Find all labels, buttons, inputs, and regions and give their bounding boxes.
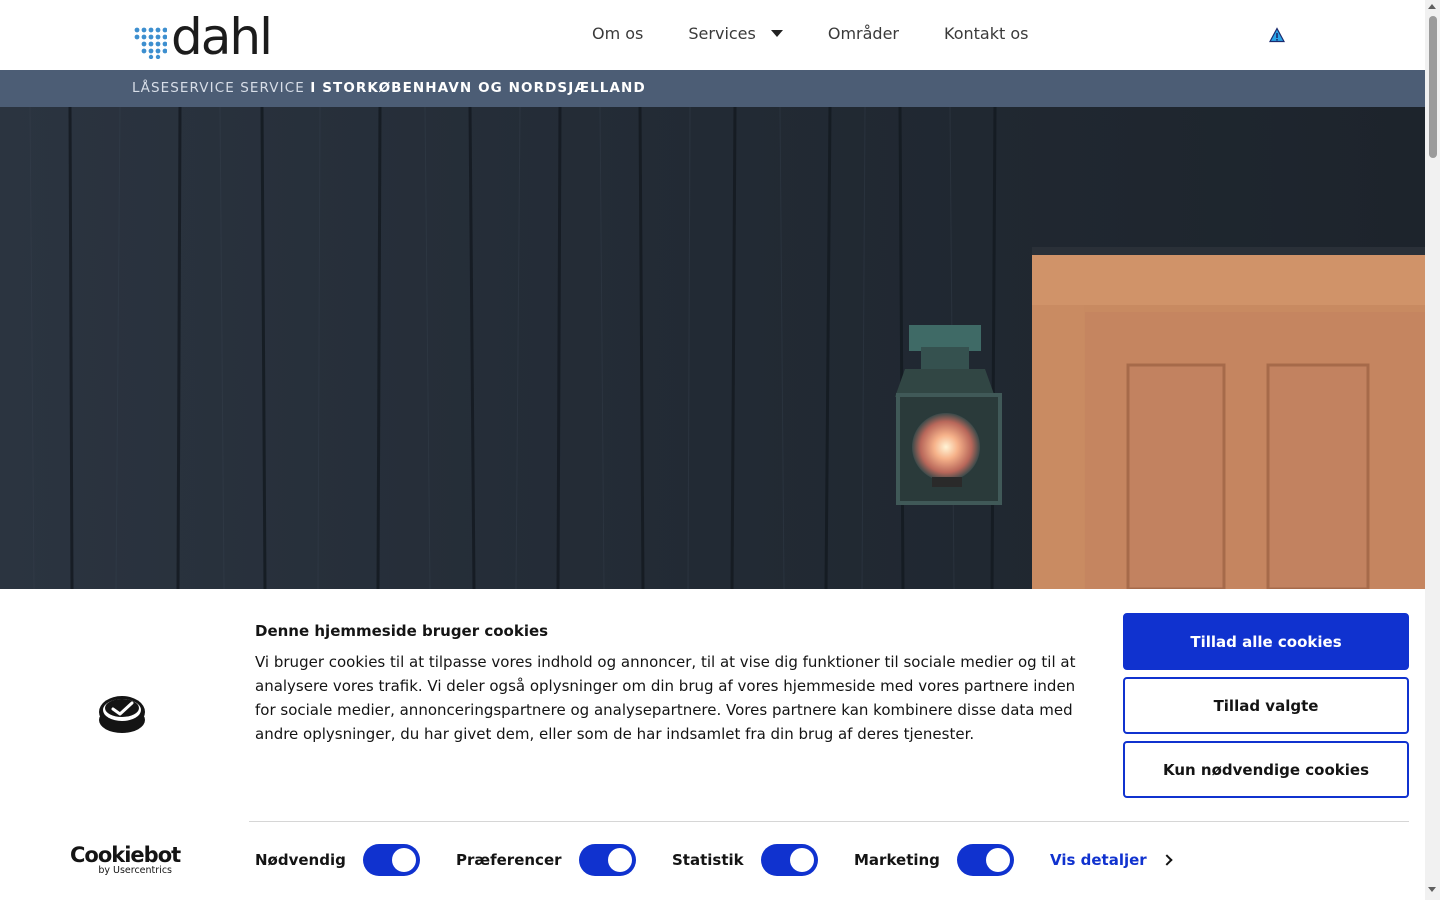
scroll-down-arrow-icon[interactable]	[1428, 887, 1436, 892]
cookiebot-logo[interactable]: Cookiebot by Usercentrics	[70, 843, 181, 876]
toggle-knob	[607, 848, 632, 872]
nav-label: Om os	[592, 24, 644, 43]
toggle-knob	[789, 848, 814, 872]
page-scrollbar[interactable]	[1425, 0, 1440, 900]
necessary-only-cookies-button[interactable]: Kun nødvendige cookies	[1123, 741, 1409, 798]
cookie-consent-banner: Cookiebot by Usercentrics Denne hjemmesi…	[0, 589, 1425, 900]
details-link-label: Vis detaljer	[1050, 851, 1147, 869]
toggle-label: Marketing	[854, 851, 940, 869]
nav-item-services[interactable]: Services	[688, 24, 783, 43]
caret-down-icon	[770, 30, 783, 37]
dahl-logo[interactable]: dahl	[133, 8, 273, 66]
tagline-text: LÅSESERVICE SERVICE I STORKØBENHAVN OG N…	[132, 80, 646, 96]
nav-item-omraader[interactable]: Områder	[828, 24, 899, 43]
tagline-light: LÅSESERVICE SERVICE	[132, 80, 305, 96]
cookiebot-title: Cookiebot	[70, 843, 181, 867]
toggle-knob	[391, 848, 416, 872]
logo-text: dahl	[171, 8, 273, 66]
hero-illustration	[0, 107, 1425, 589]
marketing-toggle[interactable]	[956, 844, 1014, 876]
nav-item-om-os[interactable]: Om os	[592, 24, 643, 43]
toggle-group-preferences: Præferencer	[456, 844, 636, 876]
toggle-group-marketing: Marketing	[854, 844, 1014, 876]
toggle-group-necessary: Nødvendig	[255, 844, 420, 876]
site-header: dahl Om os Services Områder Kontakt os	[0, 0, 1425, 70]
cookie-heading: Denne hjemmeside bruger cookies	[255, 622, 549, 640]
nav-label: Områder	[827, 24, 899, 43]
logo-dots-icon	[134, 27, 167, 59]
scroll-up-arrow-icon[interactable]	[1428, 4, 1436, 9]
chevron-right-icon	[1161, 854, 1173, 866]
preferences-toggle[interactable]	[578, 844, 636, 876]
allow-selected-cookies-button[interactable]: Tillad valgte	[1123, 677, 1409, 734]
allow-all-cookies-button[interactable]: Tillad alle cookies	[1123, 613, 1409, 670]
statistics-toggle[interactable]	[760, 844, 818, 876]
show-details-link[interactable]: Vis detaljer	[1050, 844, 1173, 876]
nav-label: Kontakt os	[944, 24, 1029, 43]
tagline-bar: LÅSESERVICE SERVICE I STORKØBENHAVN OG N…	[0, 70, 1425, 107]
main-nav: Om os Services Områder Kontakt os	[592, 24, 1073, 43]
tagline-bold: I STORKØBENHAVN OG NORDSJÆLLAND	[310, 80, 646, 96]
nav-item-kontakt-os[interactable]: Kontakt os	[944, 24, 1028, 43]
warning-triangle-icon[interactable]	[1269, 27, 1285, 43]
toggle-label: Præferencer	[456, 851, 562, 869]
cookie-description: Vi bruger cookies til at tilpasse vores …	[255, 653, 1076, 743]
hero-image	[0, 107, 1425, 589]
cookie-consent-icon	[99, 696, 145, 733]
toggle-knob	[985, 848, 1010, 872]
toggle-label: Nødvendig	[255, 851, 346, 869]
cookie-divider	[249, 821, 1409, 822]
nav-label: Services	[688, 24, 756, 43]
toggle-group-statistics: Statistik	[672, 844, 818, 876]
toggle-label: Statistik	[672, 851, 744, 869]
scroll-thumb[interactable]	[1429, 16, 1437, 158]
necessary-toggle[interactable]	[362, 844, 420, 876]
